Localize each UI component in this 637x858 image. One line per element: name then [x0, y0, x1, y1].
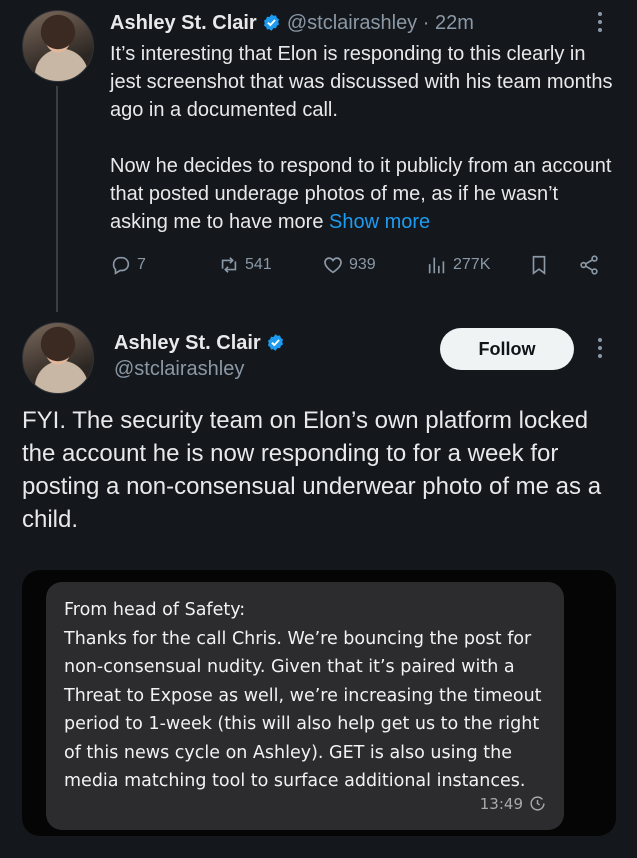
timer-icon [530, 796, 545, 811]
like-button[interactable]: 939 [322, 254, 376, 276]
tweet-text: It’s interesting that Elon is responding… [110, 40, 620, 236]
tweet-media-image[interactable]: From head of Safety: Thanks for the call… [22, 570, 616, 836]
views-count: 277K [453, 256, 491, 273]
avatar[interactable] [22, 322, 94, 394]
more-options-icon[interactable] [598, 12, 602, 32]
share-button[interactable] [578, 254, 600, 276]
reply-button[interactable]: 7 [110, 254, 146, 276]
author-name-row: Ashley St. Clair [114, 330, 285, 356]
views-button[interactable]: 277K [426, 254, 490, 276]
repost-icon [221, 257, 237, 273]
like-count: 939 [349, 256, 376, 273]
views-chart-icon [428, 257, 445, 274]
separator-dot: · [422, 12, 430, 34]
more-options-icon[interactable] [598, 338, 602, 358]
tweet-actions: 7 541 939 277K [110, 254, 610, 282]
tweet-text-content: It’s interesting that Elon is responding… [110, 43, 613, 233]
message-text: From head of Safety: Thanks for the call… [64, 600, 542, 791]
bookmark-button[interactable] [528, 254, 550, 276]
author-handle[interactable]: @stclairashley [287, 12, 417, 34]
bookmark-icon [532, 255, 546, 275]
repost-count: 541 [245, 256, 272, 273]
timestamp-text: 13:49 [479, 794, 523, 813]
avatar[interactable] [22, 10, 94, 82]
message-timestamp: 13:49 [480, 790, 546, 819]
repost-button[interactable]: 541 [218, 254, 272, 276]
reply-icon [112, 256, 130, 275]
tweet-text: FYI. The security team on Elon’s own pla… [22, 407, 602, 533]
share-icon [580, 255, 598, 275]
verified-badge-icon [268, 334, 284, 351]
author-name[interactable]: Ashley St. Clair [110, 12, 257, 34]
tweet-time[interactable]: 22m [435, 12, 474, 34]
tweet-header: Ashley St. Clair @stclairashley · 22m [110, 10, 474, 36]
follow-button[interactable]: Follow [440, 328, 574, 370]
author-name[interactable]: Ashley St. Clair [114, 332, 261, 354]
author-handle[interactable]: @stclairashley [114, 356, 244, 382]
thread-connector-line [56, 86, 58, 312]
verified-badge-icon [264, 14, 280, 31]
message-bubble: From head of Safety: Thanks for the call… [46, 582, 564, 830]
reply-count: 7 [137, 256, 146, 273]
heart-icon [324, 257, 342, 274]
show-more-link[interactable]: Show more [329, 211, 430, 233]
